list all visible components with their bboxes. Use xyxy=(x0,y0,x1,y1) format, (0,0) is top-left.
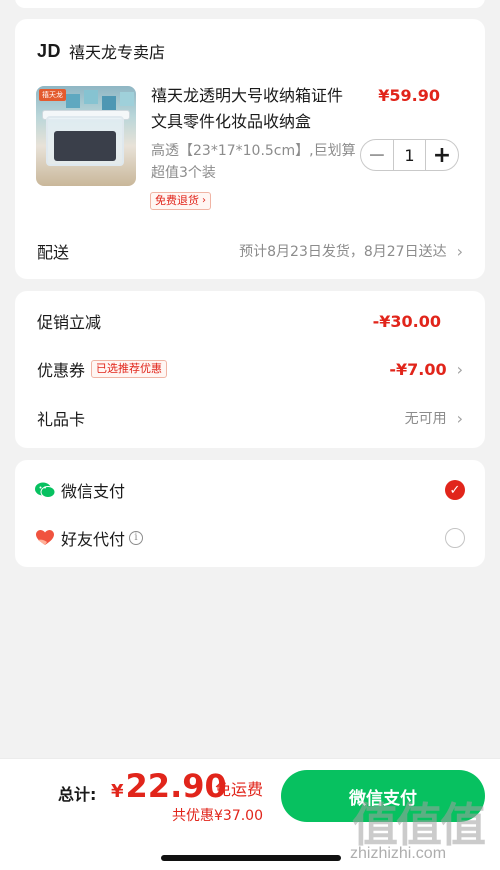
instant-discount-label: 促销立减 xyxy=(37,313,102,332)
coupon-value: -¥7.00 xyxy=(389,359,447,379)
product-image-brand-tag: 禧天龙 xyxy=(39,89,66,101)
heart-hand-icon xyxy=(35,528,55,548)
total-amount: ¥ 22.90 xyxy=(111,767,227,805)
checkout-bar: 总计: ¥ 22.90 免运费 共优惠¥37.00 微信支付 值值值 zhizh… xyxy=(0,758,500,870)
total-currency: ¥ xyxy=(111,781,124,802)
chevron-right-icon: › xyxy=(456,408,463,428)
product-spec[interactable]: 高透【23*17*10.5cm】,巨划算超值3个装 xyxy=(151,140,356,184)
payment-card: 微信支付 ✓ 好友代付 i xyxy=(15,460,485,567)
store-name: 禧天龙专卖店 xyxy=(69,43,166,62)
gift-card-row[interactable]: 礼品卡 无可用 › xyxy=(37,403,463,433)
instant-discount-row: 促销立减 -¥30.00 xyxy=(37,306,463,336)
coupon-recommended-tag: 已选推荐优惠 xyxy=(91,360,168,378)
chevron-right-icon: › xyxy=(456,359,463,379)
total-value: 22.90 xyxy=(125,767,227,805)
coupon-label: 优惠券 xyxy=(37,361,86,380)
delivery-estimate: 预计8月23日发货，8月27日送达 xyxy=(239,244,447,260)
chevron-right-icon: › xyxy=(456,241,463,261)
payment-option-friend[interactable]: 好友代付 i xyxy=(35,523,465,553)
delivery-label: 配送 xyxy=(37,243,70,262)
free-return-label: 免费退货 xyxy=(155,194,199,207)
jd-logo: JD xyxy=(37,40,62,61)
instant-discount-value: -¥30.00 xyxy=(372,311,441,331)
gift-card-value: 无可用 xyxy=(404,411,447,427)
promotions-card: 促销立减 -¥30.00 优惠券 已选推荐优惠 -¥7.00 › 礼品卡 无可用… xyxy=(15,291,485,448)
friend-pay-radio[interactable] xyxy=(445,528,465,548)
free-return-tag[interactable]: 免费退货 › xyxy=(150,192,211,210)
quantity-decrease-button[interactable]: − xyxy=(361,140,393,170)
quantity-stepper: − 1 + xyxy=(360,139,459,171)
wechat-pay-label: 微信支付 xyxy=(61,482,126,501)
payment-option-wechat[interactable]: 微信支付 ✓ xyxy=(35,475,465,505)
store-card: JD 禧天龙专卖店 禧天龙 禧天龙透明大号收纳箱证件文具零件化妆品收纳盒 ¥59… xyxy=(15,19,485,279)
quantity-increase-button[interactable]: + xyxy=(426,140,458,170)
chevron-right-icon: › xyxy=(202,195,206,206)
previous-card-edge xyxy=(15,0,485,8)
wechat-pay-button[interactable]: 微信支付 xyxy=(281,770,485,822)
friend-pay-label: 好友代付 xyxy=(61,530,126,549)
product-price: ¥59.90 xyxy=(378,86,440,105)
home-indicator[interactable] xyxy=(161,855,341,861)
info-icon[interactable]: i xyxy=(129,531,144,545)
store-header[interactable]: JD 禧天龙专卖店 xyxy=(37,39,165,63)
coupon-row[interactable]: 优惠券 已选推荐优惠 -¥7.00 › xyxy=(37,354,463,384)
wechat-icon xyxy=(35,480,55,500)
product-title[interactable]: 禧天龙透明大号收纳箱证件文具零件化妆品收纳盒 xyxy=(151,83,351,135)
quantity-value[interactable]: 1 xyxy=(393,140,426,170)
delivery-row[interactable]: 配送 预计8月23日发货，8月27日送达 › xyxy=(37,236,463,266)
gift-card-label: 礼品卡 xyxy=(37,410,86,429)
total-label: 总计: xyxy=(58,785,97,804)
free-shipping-label: 免运费 xyxy=(215,780,264,799)
watermark-site: zhizhizhi.com xyxy=(350,845,447,862)
product-image[interactable]: 禧天龙 xyxy=(36,86,136,186)
total-saving: 共优惠¥37.00 xyxy=(172,808,263,824)
wechat-pay-radio[interactable]: ✓ xyxy=(445,480,465,500)
